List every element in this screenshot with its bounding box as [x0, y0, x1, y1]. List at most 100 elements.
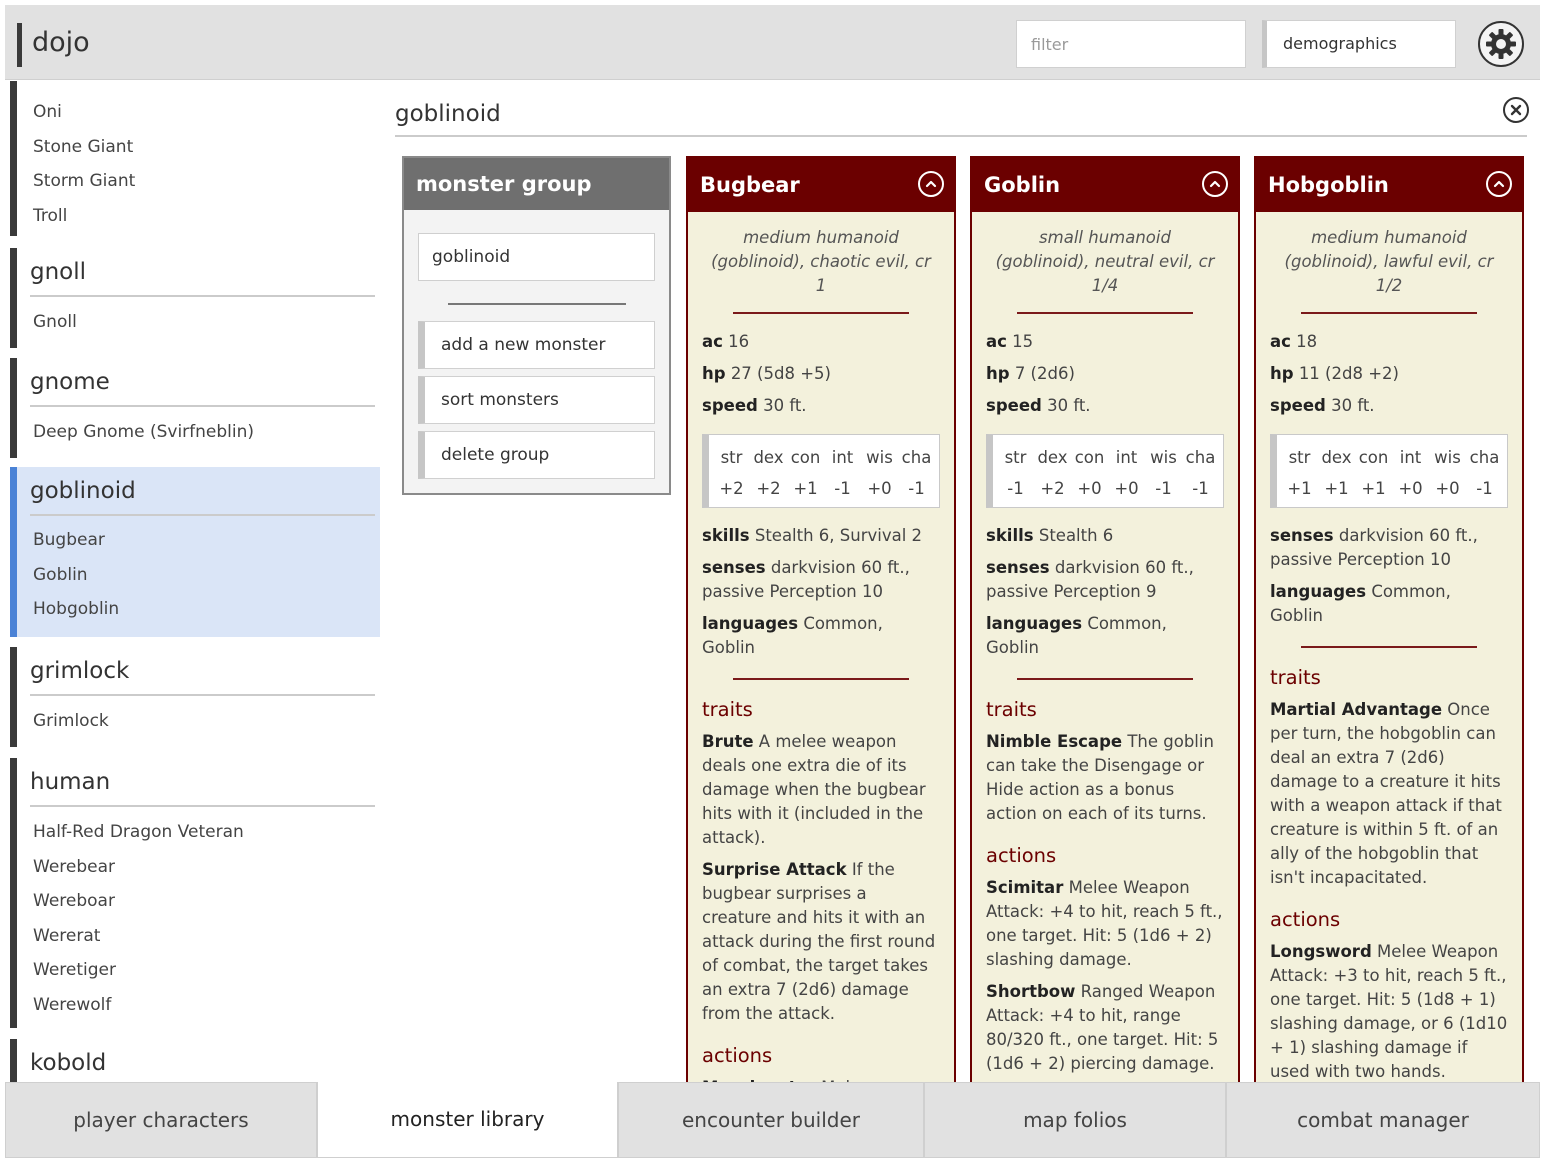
group-panel-title: monster group: [404, 158, 669, 210]
trait-label: Martial Advantage: [1270, 700, 1443, 719]
list-item[interactable]: Bugbear: [17, 523, 380, 558]
ability-modifier: +0: [1077, 479, 1102, 498]
ability-name: dex: [1321, 448, 1352, 467]
divider: [1017, 312, 1193, 314]
ability-name: dex: [1037, 448, 1068, 467]
stat-speed: speed 30 ft.: [986, 394, 1224, 418]
monster-card-header: Goblin: [972, 158, 1238, 212]
tab-combat-manager[interactable]: combat manager: [1226, 1082, 1540, 1158]
stat-speed-value: 30 ft.: [1047, 396, 1091, 415]
stat-skills-label: skills: [986, 526, 1034, 545]
list-item[interactable]: Gnoll: [17, 305, 380, 340]
stat-languages: languages Common, Goblin: [702, 612, 940, 660]
list-item[interactable]: Weretiger: [17, 953, 380, 988]
tab-player-characters[interactable]: player characters: [5, 1082, 317, 1158]
list-item[interactable]: Half-Red Dragon Veteran: [17, 815, 380, 850]
list-item[interactable]: Deep Gnome (Svirfneblin): [17, 415, 380, 450]
list-item[interactable]: Troll: [17, 199, 370, 234]
sidebar-group-giant: Oni Stone Giant Storm Giant Troll: [10, 81, 370, 236]
monster-name: Bugbear: [700, 173, 800, 197]
divider: [1017, 678, 1193, 680]
divider: [733, 678, 909, 680]
group-title[interactable]: gnoll: [30, 248, 375, 297]
stat-senses: senses darkvision 60 ft., passive Percep…: [1270, 524, 1508, 572]
stat-senses: senses darkvision 60 ft., passive Percep…: [986, 556, 1224, 604]
group-title[interactable]: human: [30, 758, 375, 807]
settings-button[interactable]: [1478, 21, 1524, 67]
ability-scores: str dex con int wis cha +2 +2 +1 -1 +0 -1: [702, 434, 940, 508]
monster-card: Bugbear medium humanoid (goblinoid), chao…: [686, 156, 956, 1082]
list-item[interactable]: Grimlock: [17, 704, 380, 739]
add-monster-button[interactable]: add a new monster: [418, 321, 655, 369]
divider: [1301, 312, 1477, 314]
ability-modifier: +0: [1398, 479, 1423, 498]
sidebar-group-kobold: kobold: [10, 1039, 380, 1082]
group-title[interactable]: kobold: [30, 1039, 375, 1082]
list-item[interactable]: Oni: [17, 95, 370, 130]
monster-card: Hobgoblin medium humanoid (goblinoid), la…: [1254, 156, 1524, 1082]
page-title: goblinoid: [395, 91, 1527, 137]
trait-label: Nimble Escape: [986, 732, 1123, 751]
sidebar-group-grimlock: grimlock Grimlock: [10, 647, 380, 747]
stat-hp: hp 7 (2d6): [986, 362, 1224, 386]
delete-group-button[interactable]: delete group: [418, 431, 655, 479]
ability-name: int: [831, 448, 854, 467]
ability-name: dex: [753, 448, 784, 467]
divider: [733, 312, 909, 314]
stat-ac-value: 16: [728, 332, 750, 351]
stat-languages: languages Common, Goblin: [986, 612, 1224, 660]
ability-name: wis: [1434, 448, 1461, 467]
list-item[interactable]: Storm Giant: [17, 164, 370, 199]
ability-scores: str dex con int wis cha +1 +1 +1 +0 +0 -1: [1270, 434, 1508, 508]
list-item[interactable]: Hobgoblin: [17, 592, 380, 627]
monster-card-header: Hobgoblin: [1256, 158, 1522, 212]
sidebar-group-human: human Half-Red Dragon Veteran Werebear W…: [10, 758, 380, 1028]
sort-monsters-button[interactable]: sort monsters: [418, 376, 655, 424]
list-item[interactable]: Wererat: [17, 919, 380, 954]
ability-modifier: -1: [1155, 479, 1172, 498]
monster-sidebar: Oni Stone Giant Storm Giant Troll gnoll …: [5, 81, 381, 1082]
filter-input[interactable]: [1016, 20, 1246, 68]
tab-monster-library[interactable]: monster library: [317, 1082, 618, 1158]
stat-ac-label: ac: [702, 332, 723, 351]
stat-ac: ac 15: [986, 330, 1224, 354]
stat-speed-value: 30 ft.: [763, 396, 807, 415]
stat-hp-value: 11 (2d8 +2): [1298, 364, 1399, 383]
stat-senses-label: senses: [702, 558, 766, 577]
close-button[interactable]: [1503, 97, 1529, 123]
trait: Martial Advantage Once per turn, the hob…: [1270, 698, 1508, 890]
stat-speed-value: 30 ft.: [1331, 396, 1375, 415]
monster-meta: medium humanoid (goblinoid), lawful evil…: [1284, 228, 1494, 295]
list-item[interactable]: Werebear: [17, 850, 380, 885]
action-label: Longsword: [1270, 942, 1372, 961]
collapse-button[interactable]: [1202, 171, 1228, 197]
stat-hp-value: 27 (5d8 +5): [730, 364, 831, 383]
group-title[interactable]: gnome: [30, 358, 375, 407]
chevron-up-icon: [925, 180, 937, 188]
collapse-button[interactable]: [1486, 171, 1512, 197]
ability-modifier: +2: [1040, 479, 1065, 498]
app-brand: dojo: [17, 23, 90, 67]
group-name-field[interactable]: goblinoid: [418, 233, 655, 281]
group-title[interactable]: grimlock: [30, 647, 375, 696]
ability-modifier: +1: [793, 479, 818, 498]
demographics-select[interactable]: demographics: [1262, 20, 1456, 68]
ability-value-row: +2 +2 +1 -1 +0 -1: [713, 474, 939, 505]
list-item[interactable]: Goblin: [17, 558, 380, 593]
collapse-button[interactable]: [918, 171, 944, 197]
list-item[interactable]: Wereboar: [17, 884, 380, 919]
chevron-up-icon: [1493, 180, 1505, 188]
stat-ac-label: ac: [1270, 332, 1291, 351]
ability-modifier: +2: [756, 479, 781, 498]
list-item[interactable]: Stone Giant: [17, 130, 370, 165]
list-item[interactable]: Werewolf: [17, 988, 380, 1023]
tab-encounter-builder[interactable]: encounter builder: [618, 1082, 924, 1158]
group-title[interactable]: goblinoid: [30, 467, 375, 516]
ability-name: int: [1115, 448, 1138, 467]
trait: Brute A melee weapon deals one extra die…: [702, 730, 940, 850]
ability-name: str: [1288, 448, 1311, 467]
stat-ac-value: 15: [1012, 332, 1034, 351]
ability-name: cha: [1185, 448, 1216, 467]
tab-map-folios[interactable]: map folios: [924, 1082, 1226, 1158]
sidebar-group-gnome: gnome Deep Gnome (Svirfneblin): [10, 358, 380, 458]
